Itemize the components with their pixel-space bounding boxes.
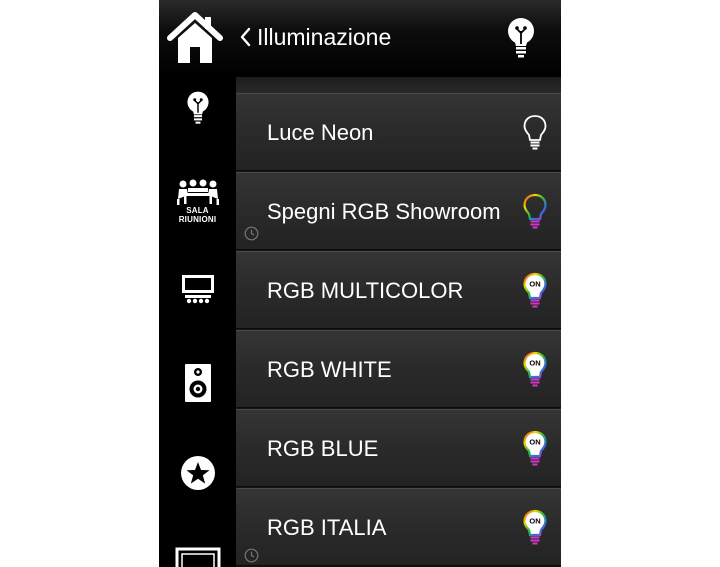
list-item-luce-neon[interactable]: Luce Neon xyxy=(236,93,561,171)
list-item-rgb-blue[interactable]: RGB BLUE ON xyxy=(236,409,561,487)
on-badge: ON xyxy=(529,438,540,447)
list-top-divider xyxy=(236,77,561,94)
sidebar-item-video[interactable] xyxy=(159,269,236,309)
sidebar-item-audio[interactable] xyxy=(159,361,236,405)
bulb-outline-icon[interactable] xyxy=(522,114,548,150)
rgb-bulb-on-icon[interactable]: ON xyxy=(522,509,548,545)
scene-list: Luce Neon Spegni RGB Showroom RGB MULTIC… xyxy=(236,77,561,567)
list-item-label: RGB BLUE xyxy=(267,436,379,461)
projector-screen-icon xyxy=(181,275,214,304)
sala-riunioni-label: SALA RIUNIONI xyxy=(178,205,217,224)
rgb-bulb-on-icon[interactable]: ON xyxy=(522,351,548,387)
lightbulb-icon xyxy=(186,91,209,124)
list-item-label: RGB MULTICOLOR xyxy=(267,278,464,303)
list-item-rgb-white[interactable]: RGB WHITE ON xyxy=(236,330,561,408)
header-bar: Illuminazione xyxy=(159,0,561,77)
sidebar-item-sala-riunioni[interactable]: SALA RIUNIONI xyxy=(159,171,236,231)
lightbulb-icon[interactable] xyxy=(505,16,537,58)
clock-icon xyxy=(244,548,259,563)
speaker-icon xyxy=(184,364,211,402)
sidebar-item-favorites[interactable] xyxy=(159,453,236,493)
rgb-bulb-on-icon[interactable]: ON xyxy=(522,272,548,308)
back-label: Illuminazione xyxy=(257,23,392,50)
home-icon[interactable] xyxy=(167,10,223,66)
list-item-rgb-multicolor[interactable]: RGB MULTICOLOR ON xyxy=(236,251,561,329)
list-item-label: RGB ITALIA xyxy=(267,515,387,540)
on-badge: ON xyxy=(529,280,540,289)
chevron-left-icon xyxy=(240,27,251,47)
rgb-bulb-icon[interactable] xyxy=(522,193,548,229)
sidebar: SALA RIUNIONI xyxy=(159,77,236,567)
list-item-rgb-italia[interactable]: RGB ITALIA ON xyxy=(236,488,561,566)
list-item-label: Luce Neon xyxy=(267,120,374,145)
rgb-bulb-on-icon[interactable]: ON xyxy=(522,430,548,466)
on-badge: ON xyxy=(529,359,540,368)
back-button[interactable]: Illuminazione xyxy=(239,22,391,52)
star-icon xyxy=(180,456,215,490)
monitor-icon xyxy=(175,547,220,567)
list-item-label: RGB WHITE xyxy=(267,357,392,382)
clock-icon xyxy=(244,226,259,241)
list-item-spegni-rgb-showroom[interactable]: Spegni RGB Showroom xyxy=(236,172,561,250)
app-window: Illuminazione SALA RIUNIONI Luce Neon Sp… xyxy=(159,0,561,567)
sidebar-item-monitor[interactable] xyxy=(159,547,236,567)
sidebar-item-lighting[interactable] xyxy=(159,83,236,131)
on-badge: ON xyxy=(529,517,540,526)
meeting-room-icon xyxy=(176,179,219,205)
list-item-label: Spegni RGB Showroom xyxy=(267,199,501,224)
